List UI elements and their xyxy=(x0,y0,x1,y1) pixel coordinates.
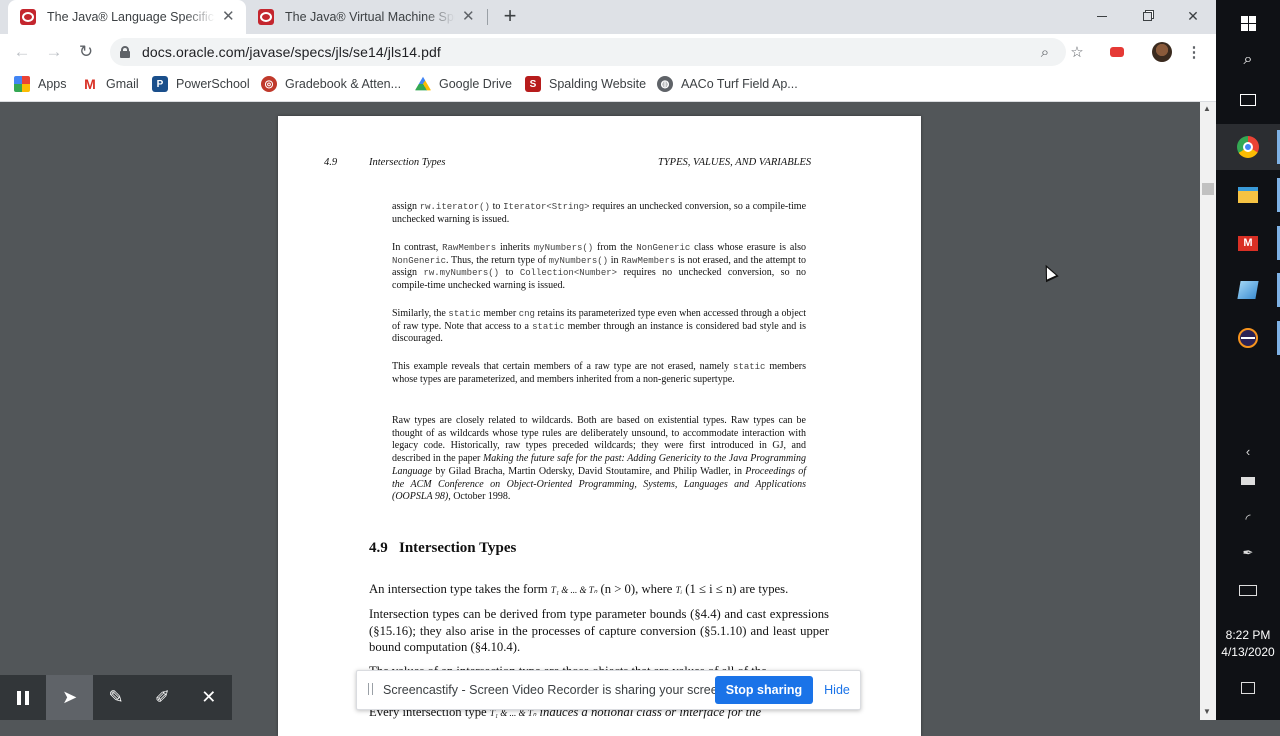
paragraph-5: Raw types are closely related to wildcar… xyxy=(392,415,807,503)
zoom-icon[interactable]: ⌕ xyxy=(1035,42,1055,62)
bookmark-gmail[interactable]: M Gmail xyxy=(82,75,139,93)
powerschool-icon: P xyxy=(152,76,168,92)
paragraph-4: This example reveals that certain member… xyxy=(392,361,807,385)
bookmark-star-icon[interactable]: ☆ xyxy=(1067,42,1087,62)
gmail-taskbar-icon[interactable]: M xyxy=(1216,220,1280,266)
paragraph-2: In contrast, RawMembers inherits myNumbe… xyxy=(392,242,807,292)
minimize-button[interactable] xyxy=(1079,0,1125,32)
globe-icon: ◍ xyxy=(657,76,673,92)
address-bar[interactable]: docs.oracle.com/javase/specs/jls/se14/jl… xyxy=(110,38,1066,66)
clock-date: 4/13/2020 xyxy=(1221,645,1275,659)
tray-chevron-icon[interactable]: ‹ xyxy=(1216,444,1280,459)
google-drive-icon xyxy=(415,76,431,91)
page-header-chapter: TYPES, VALUES, AND VARIABLES xyxy=(658,157,812,168)
task-view-icon[interactable] xyxy=(1216,77,1280,123)
notes-app-icon[interactable] xyxy=(1216,267,1280,313)
bookmark-spalding[interactable]: S Spalding Website xyxy=(525,75,646,93)
highlighter-icon[interactable]: ✐ xyxy=(139,675,185,720)
wifi-icon[interactable]: ◜ xyxy=(1216,511,1280,527)
clock-time: 8:22 PM xyxy=(1225,628,1271,642)
close-tab-icon[interactable]: ✕ xyxy=(461,9,477,25)
tab-title: The Java® Language Specificatio xyxy=(47,10,215,24)
system-clock[interactable]: 8:22 PM 4/13/2020 xyxy=(1216,627,1280,661)
hide-button[interactable]: Hide xyxy=(818,676,856,704)
annotation-toolbar: ➤ ✎ ✐ ✕ xyxy=(0,675,232,720)
close-window-button[interactable]: ✕ xyxy=(1170,0,1216,32)
close-icon[interactable]: ✕ xyxy=(186,675,232,720)
action-center-icon[interactable] xyxy=(1216,682,1280,694)
restore-button[interactable] xyxy=(1124,0,1170,32)
forward-button[interactable]: → xyxy=(42,40,66,64)
tab-jvms[interactable]: The Java® Virtual Machine Speci ✕ xyxy=(246,0,486,34)
paragraph-1: assign rw.iterator() to Iterator<String>… xyxy=(392,201,807,225)
back-button[interactable]: ← xyxy=(10,40,34,64)
lock-icon xyxy=(120,46,130,58)
bookmark-label: Google Drive xyxy=(439,77,512,91)
page-header-number: 4.9 xyxy=(324,157,338,168)
url-text: docs.oracle.com/javase/specs/jls/se14/jl… xyxy=(142,44,441,60)
reload-button[interactable]: ↻ xyxy=(74,40,98,64)
menu-kebab-icon[interactable]: ⋮ xyxy=(1184,42,1204,62)
scroll-down-arrow-icon[interactable]: ▼ xyxy=(1203,707,1211,716)
touch-keyboard-icon[interactable] xyxy=(1216,585,1280,596)
bookmark-label: Spalding Website xyxy=(549,77,647,91)
bookmark-label: PowerSchool xyxy=(176,77,250,91)
screencastify-extension-icon[interactable] xyxy=(1107,42,1127,62)
pen-workspace-icon[interactable]: ✒ xyxy=(1216,545,1280,561)
bookmark-label: Apps xyxy=(38,77,67,91)
body-paragraph-1: An intersection type takes the form T₁ &… xyxy=(369,582,789,596)
bookmark-label: Gradebook & Atten... xyxy=(285,77,402,91)
bookmark-label: Gmail xyxy=(106,77,139,91)
file-explorer-icon[interactable] xyxy=(1216,172,1280,218)
windows-logo-icon xyxy=(1240,15,1256,31)
section-heading: 4.9 Intersection Types xyxy=(369,540,517,556)
gmail-icon: M xyxy=(84,76,96,92)
body-paragraph-2: Intersection types can be derived from t… xyxy=(369,607,829,654)
tab-title: The Java® Virtual Machine Speci xyxy=(285,10,455,24)
bookmark-label: AACo Turf Field Ap... xyxy=(681,77,798,91)
oracle-favicon-icon xyxy=(20,9,36,25)
tab-jls[interactable]: The Java® Language Specificatio ✕ xyxy=(8,0,246,34)
bookmark-aaco-turf[interactable]: ◍ AACo Turf Field Ap... xyxy=(657,75,798,93)
bookmark-google-drive[interactable]: Google Drive xyxy=(415,75,512,93)
bookmark-apps[interactable]: Apps xyxy=(14,75,67,93)
cursor-icon[interactable]: ➤ xyxy=(46,675,93,720)
gradebook-icon: ◎ xyxy=(261,76,277,92)
eclipse-icon[interactable] xyxy=(1216,315,1280,361)
spalding-icon: S xyxy=(525,76,541,92)
page-header-title: Intersection Types xyxy=(369,157,446,168)
new-tab-button[interactable]: + xyxy=(498,5,522,29)
scroll-up-arrow-icon[interactable]: ▲ xyxy=(1203,104,1211,113)
bookmark-powerschool[interactable]: P PowerSchool xyxy=(152,75,250,93)
battery-icon[interactable] xyxy=(1216,477,1280,485)
chrome-taskbar-icon[interactable] xyxy=(1216,124,1280,170)
paragraph-3: Similarly, the static member cng retains… xyxy=(392,308,807,345)
drag-handle-icon[interactable] xyxy=(368,683,373,695)
bookmark-gradebook[interactable]: ◎ Gradebook & Atten... xyxy=(261,75,401,93)
stop-sharing-button[interactable]: Stop sharing xyxy=(715,676,813,704)
profile-avatar[interactable] xyxy=(1152,42,1172,62)
pen-icon[interactable]: ✎ xyxy=(93,675,139,720)
share-message: Screencastify - Screen Video Recorder is… xyxy=(383,683,729,697)
pause-icon[interactable] xyxy=(0,675,46,720)
close-tab-icon[interactable]: ✕ xyxy=(221,9,236,25)
tab-separator xyxy=(487,9,488,25)
apps-grid-icon xyxy=(14,76,30,92)
scrollbar-thumb[interactable] xyxy=(1202,183,1214,195)
oracle-favicon-icon xyxy=(258,9,274,25)
